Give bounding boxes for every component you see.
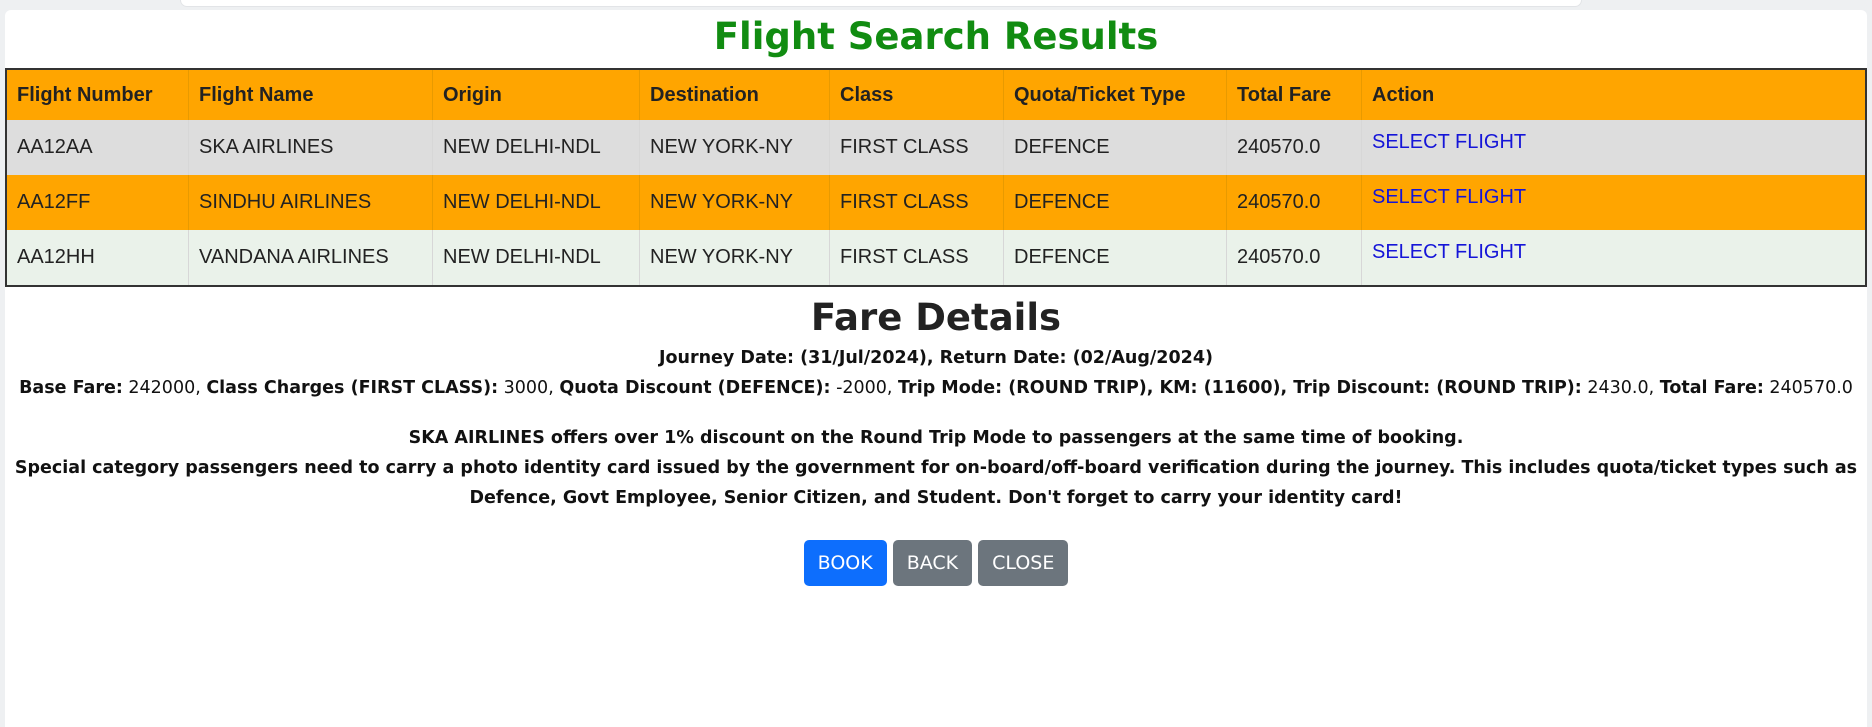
table-row: AA12AA SKA AIRLINES NEW DELHI-NDL NEW YO… — [6, 120, 1867, 175]
cell-flight-name: VANDANA AIRLINES — [188, 230, 433, 286]
cell-quota: DEFENCE — [1003, 230, 1227, 286]
cell-origin: NEW DELHI-NDL — [432, 120, 640, 175]
cell-quota: DEFENCE — [1003, 120, 1227, 175]
select-flight-link[interactable]: SELECT FLIGHT — [1372, 131, 1526, 153]
book-button[interactable]: BOOK — [803, 540, 887, 586]
total-fare-value: 240570.0 — [1763, 378, 1853, 398]
column-header-origin: Origin — [432, 69, 640, 120]
top-panel-edge — [180, 0, 1582, 7]
page-title: Flight Search Results — [713, 15, 1159, 58]
cell-flight-number: AA12HH — [6, 230, 189, 286]
fare-breakdown-line: Base Fare: 242000, Class Charges (FIRST … — [5, 373, 1867, 403]
cell-quota: DEFENCE — [1003, 175, 1227, 230]
column-header-quota: Quota/Ticket Type — [1003, 69, 1227, 120]
flight-results-table: Flight Number Flight Name Origin Destina… — [5, 68, 1867, 287]
column-header-flight-name: Flight Name — [188, 69, 433, 120]
trip-discount-value: 2430.0, — [1581, 378, 1660, 398]
cell-action: SELECT FLIGHT — [1361, 230, 1867, 286]
class-charges-value: 3000, — [498, 378, 560, 398]
cell-total-fare: 240570.0 — [1226, 230, 1362, 286]
back-button[interactable]: BACK — [892, 540, 973, 586]
cell-total-fare: 240570.0 — [1226, 120, 1362, 175]
total-fare-label: Total Fare: — [1659, 378, 1764, 398]
column-header-total-fare: Total Fare — [1226, 69, 1362, 120]
base-fare-label: Base Fare: — [19, 378, 123, 398]
identity-card-note: Special category passengers need to carr… — [14, 458, 1858, 508]
cell-class: FIRST CLASS — [829, 175, 1004, 230]
column-header-flight-number: Flight Number — [6, 69, 189, 120]
action-buttons: BOOK BACK CLOSE — [5, 540, 1867, 586]
select-flight-link[interactable]: SELECT FLIGHT — [1372, 186, 1526, 208]
cell-class: FIRST CLASS — [829, 120, 1004, 175]
quota-discount-label: Quota Discount (DEFENCE): — [559, 378, 831, 398]
cell-origin: NEW DELHI-NDL — [432, 230, 640, 286]
main-card: Flight Search Results Flight Number Flig… — [5, 10, 1867, 727]
base-fare-value: 242000, — [122, 378, 207, 398]
cell-flight-name: SINDHU AIRLINES — [188, 175, 433, 230]
table-header-row: Flight Number Flight Name Origin Destina… — [6, 69, 1867, 120]
column-header-class: Class — [829, 69, 1004, 120]
close-button[interactable]: CLOSE — [978, 540, 1069, 586]
table-row: AA12HH VANDANA AIRLINES NEW DELHI-NDL NE… — [6, 230, 1867, 286]
cell-destination: NEW YORK-NY — [639, 230, 830, 286]
fare-details-title: Fare Details — [810, 296, 1062, 339]
discount-note: SKA AIRLINES offers over 1% discount on … — [408, 428, 1464, 448]
trip-mode-label: Trip Mode: (ROUND TRIP), KM: (11600), Tr… — [898, 378, 1582, 398]
class-charges-label: Class Charges (FIRST CLASS): — [206, 378, 499, 398]
column-header-action: Action — [1361, 69, 1867, 120]
quota-discount-value: -2000, — [830, 378, 899, 398]
cell-action: SELECT FLIGHT — [1361, 175, 1867, 230]
cell-origin: NEW DELHI-NDL — [432, 175, 640, 230]
table-row: AA12FF SINDHU AIRLINES NEW DELHI-NDL NEW… — [6, 175, 1867, 230]
cell-flight-number: AA12FF — [6, 175, 189, 230]
fare-notes: SKA AIRLINES offers over 1% discount on … — [5, 423, 1867, 513]
journey-dates-text: Journey Date: (31/Jul/2024), Return Date… — [658, 348, 1214, 368]
cell-destination: NEW YORK-NY — [639, 175, 830, 230]
journey-dates-line: Journey Date: (31/Jul/2024), Return Date… — [5, 343, 1867, 373]
cell-class: FIRST CLASS — [829, 230, 1004, 286]
cell-flight-number: AA12AA — [6, 120, 189, 175]
select-flight-link[interactable]: SELECT FLIGHT — [1372, 241, 1526, 263]
cell-action: SELECT FLIGHT — [1361, 120, 1867, 175]
cell-destination: NEW YORK-NY — [639, 120, 830, 175]
column-header-destination: Destination — [639, 69, 830, 120]
cell-total-fare: 240570.0 — [1226, 175, 1362, 230]
cell-flight-name: SKA AIRLINES — [188, 120, 433, 175]
fare-details-section: Fare Details Journey Date: (31/Jul/2024)… — [5, 293, 1867, 586]
